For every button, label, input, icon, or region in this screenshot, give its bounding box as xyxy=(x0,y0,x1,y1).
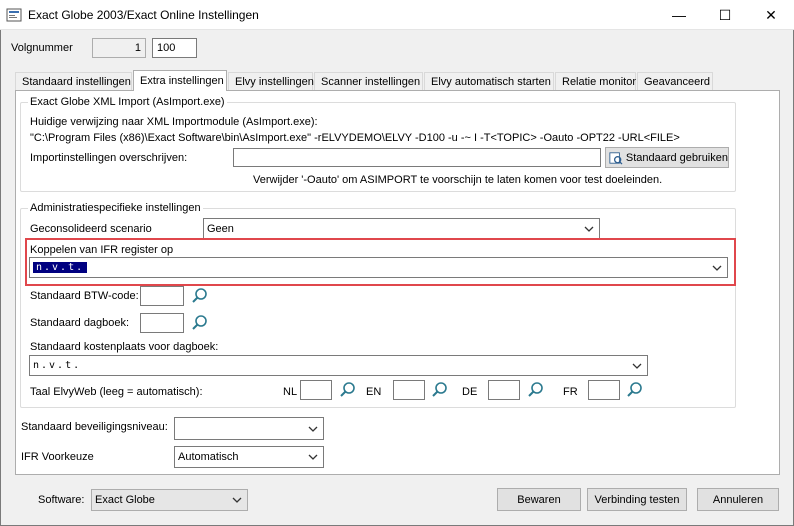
chevron-down-icon xyxy=(232,497,242,503)
dagboek-label: Standaard dagboek: xyxy=(30,317,130,329)
kostenplaats-label: Standaard kostenplaats voor dagboek: xyxy=(30,341,219,353)
oauto-hint: Verwijder '-Oauto' om ASIMPORT te voorsc… xyxy=(253,174,663,186)
search-icon[interactable] xyxy=(527,381,545,399)
lang-nl-input[interactable] xyxy=(300,380,332,400)
standaard-gebruiken-button[interactable]: Standaard gebruiken xyxy=(605,147,729,168)
btw-label: Standaard BTW-code: xyxy=(30,290,139,302)
lang-en-label: EN xyxy=(366,386,382,398)
lang-de-label: DE xyxy=(462,386,478,398)
lang-fr-label: FR xyxy=(563,386,578,398)
chevron-down-icon xyxy=(712,265,722,271)
ifr-label: Koppelen van IFR register op xyxy=(30,244,174,256)
volgnummer-label: Volgnummer xyxy=(11,42,73,54)
taal-label: Taal ElvyWeb (leeg = automatisch): xyxy=(30,386,203,398)
search-icon[interactable] xyxy=(339,381,357,399)
minimize-icon: — xyxy=(672,7,686,23)
search-icon[interactable] xyxy=(626,381,644,399)
override-label: Importinstellingen overschrijven: xyxy=(30,152,188,164)
tab-elvy-automatisch-starten[interactable]: Elvy automatisch starten xyxy=(424,72,554,90)
minimize-button[interactable]: — xyxy=(656,0,702,30)
app-icon xyxy=(6,8,22,22)
ifr-register-select[interactable]: n.v.t. xyxy=(29,257,728,278)
search-icon[interactable] xyxy=(191,287,209,305)
reset-icon xyxy=(609,151,623,165)
window-title: Exact Globe 2003/Exact Online Instelling… xyxy=(28,8,259,22)
ifr-choice-label: IFR Voorkeuze xyxy=(21,451,94,463)
xml-import-legend: Exact Globe XML Import (AsImport.exe) xyxy=(28,96,227,108)
lang-de-input[interactable] xyxy=(488,380,520,400)
tab-relatie-monitor[interactable]: Relatie monitor xyxy=(555,72,636,90)
search-icon[interactable] xyxy=(191,314,209,332)
tab-elvy-instellingen[interactable]: Elvy instellingen xyxy=(228,72,314,90)
ifr-choice-select[interactable]: Automatisch xyxy=(174,446,324,468)
save-button[interactable]: Bewaren xyxy=(497,488,581,511)
title-bar: Exact Globe 2003/Exact Online Instelling… xyxy=(0,0,794,30)
search-icon[interactable] xyxy=(431,381,449,399)
tab-scanner-instellingen[interactable]: Scanner instellingen xyxy=(314,72,423,90)
lang-nl-label: NL xyxy=(283,386,298,398)
test-connection-button[interactable]: Verbinding testen xyxy=(587,488,687,511)
chevron-down-icon xyxy=(584,226,594,232)
lang-en-input[interactable] xyxy=(393,380,425,400)
chevron-down-icon xyxy=(632,363,642,369)
override-input[interactable] xyxy=(233,148,601,167)
admin-legend: Administratiespecifieke instellingen xyxy=(28,202,203,214)
close-button[interactable]: ✕ xyxy=(748,0,794,30)
scenario-label: Geconsolideerd scenario xyxy=(30,223,152,235)
chevron-down-icon xyxy=(308,454,318,460)
software-label: Software: xyxy=(38,494,85,506)
lang-fr-input[interactable] xyxy=(588,380,620,400)
btw-input[interactable] xyxy=(140,286,184,306)
close-icon: ✕ xyxy=(765,6,777,23)
security-level-label: Standaard beveiligingsniveau: xyxy=(21,421,168,433)
xml-ref-path: "C:\Program Files (x86)\Exact Software\b… xyxy=(30,132,680,144)
software-select[interactable]: Exact Globe xyxy=(91,489,248,511)
cancel-button[interactable]: Annuleren xyxy=(697,488,779,511)
maximize-button[interactable]: ☐ xyxy=(702,0,748,30)
volgnummer-to-field[interactable]: 100 xyxy=(152,38,197,58)
tab-extra-instellingen[interactable]: Extra instellingen xyxy=(133,70,227,91)
security-level-select[interactable] xyxy=(174,417,324,440)
xml-ref-label: Huidige verwijzing naar XML Importmodule… xyxy=(30,116,318,128)
maximize-icon: ☐ xyxy=(718,6,732,23)
tab-standaard-instellingen[interactable]: Standaard instellingen xyxy=(15,72,132,90)
tab-geavanceerd[interactable]: Geavanceerd xyxy=(637,72,713,90)
chevron-down-icon xyxy=(308,426,318,432)
dagboek-input[interactable] xyxy=(140,313,184,333)
scenario-select[interactable]: Geen xyxy=(203,218,600,240)
volgnummer-from-field: 1 xyxy=(92,38,146,58)
kostenplaats-select[interactable]: n.v.t. xyxy=(29,355,648,376)
